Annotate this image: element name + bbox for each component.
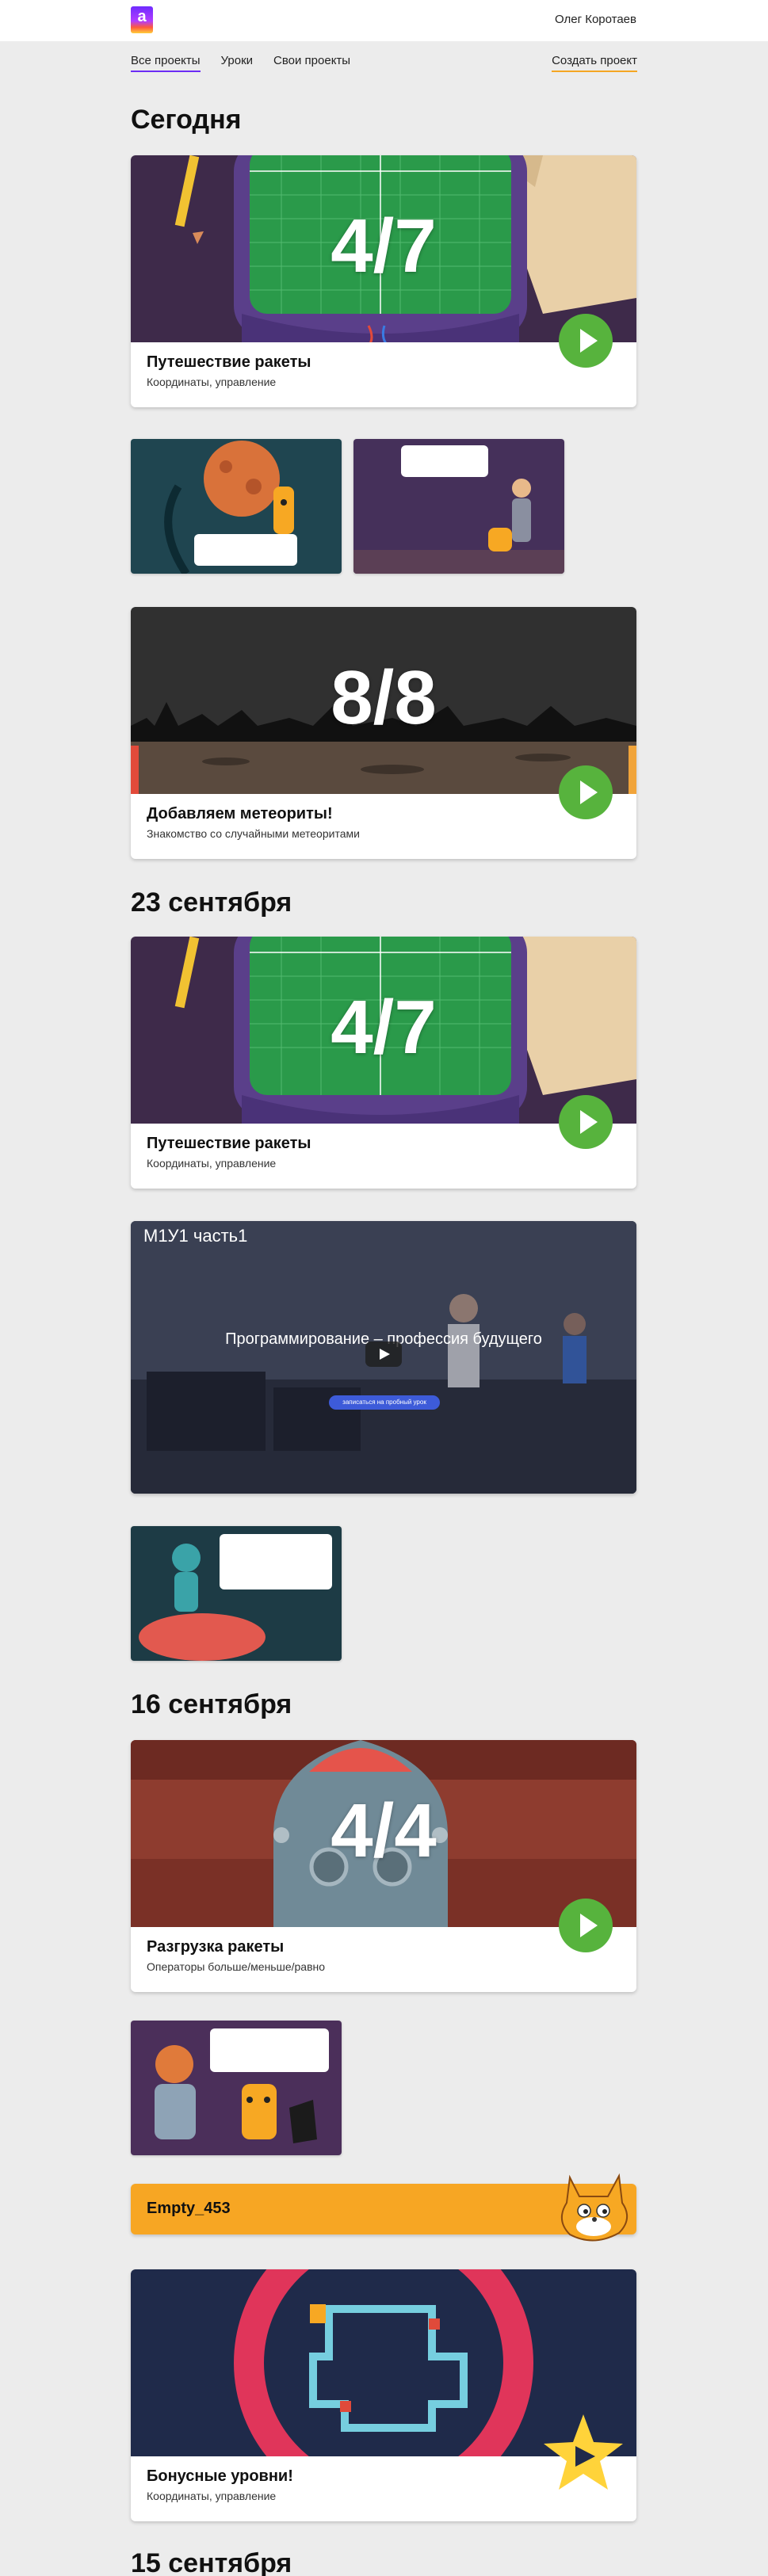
lesson-card[interactable]: 4/7 Путешествие ракеты Координаты, управ… <box>131 937 636 1189</box>
lesson-progress: 8/8 <box>331 655 437 740</box>
lesson-art-rocket-travel: 4/7 <box>131 155 636 342</box>
lesson-art-rocket-travel: 4/7 <box>131 937 636 1124</box>
lesson-title: Добавляем метеориты! <box>147 805 333 822</box>
story-thumbnail[interactable] <box>131 2021 342 2155</box>
lesson-progress: 4/4 <box>331 1788 437 1873</box>
lesson-card[interactable]: 8/8 Добавляем метеориты! Знакомство со с… <box>131 607 636 859</box>
scratch-project-title: Empty_453 <box>147 2200 231 2217</box>
play-button[interactable] <box>559 1095 613 1149</box>
lesson-card[interactable]: Бонусные уровни! Координаты, управление <box>131 2269 636 2521</box>
lesson-progress: 4/7 <box>331 985 437 1070</box>
play-button[interactable] <box>559 314 613 368</box>
lesson-subtitle: Операторы больше/меньше/равно <box>147 1960 326 1973</box>
lesson-title: Бонусные уровни! <box>147 2467 293 2485</box>
scratch-cat-icon <box>561 2173 628 2242</box>
create-project-link[interactable]: Создать проект <box>552 54 637 72</box>
play-button[interactable] <box>559 1899 613 1952</box>
algorithmics-logo[interactable]: a <box>131 6 153 33</box>
video-play-button[interactable] <box>365 1341 402 1367</box>
user-name[interactable]: Олег Коротаев <box>555 13 636 26</box>
story-thumbnail[interactable] <box>353 439 564 574</box>
video-embed[interactable]: M1У1 часть1 Программирование – профессия… <box>131 1221 636 1494</box>
section-date-23-sep: 23 сентября <box>131 887 292 918</box>
lesson-subtitle: Координаты, управление <box>147 1157 277 1170</box>
section-date-16-sep: 16 сентября <box>131 1689 292 1719</box>
project-tabs: Все проекты Уроки Свои проекты <box>131 54 350 72</box>
tab-all-projects[interactable]: Все проекты <box>131 54 201 72</box>
top-bar: a Олег Коротаев <box>0 0 768 41</box>
lesson-title: Путешествие ракеты <box>147 353 311 371</box>
lesson-card[interactable]: 4/7 Путешествие ракеты Координаты, управ… <box>131 155 636 407</box>
lesson-title: Разгрузка ракеты <box>147 1938 285 1956</box>
lesson-art-rocket-unload: 4/4 <box>131 1740 636 1927</box>
section-date-today: Сегодня <box>131 105 242 135</box>
video-title: M1У1 часть1 <box>143 1226 248 1246</box>
section-date-15-sep: 15 сентября <box>131 2548 292 2576</box>
lesson-progress: 4/7 <box>331 204 437 288</box>
lesson-subtitle: Координаты, управление <box>147 2490 277 2502</box>
lesson-subtitle: Знакомство со случайными метеоритами <box>147 827 360 840</box>
tab-lessons[interactable]: Уроки <box>221 54 253 72</box>
tab-own-projects[interactable]: Свои проекты <box>273 54 350 72</box>
play-button[interactable] <box>559 765 613 819</box>
lesson-title: Путешествие ракеты <box>147 1135 311 1152</box>
scratch-project-card[interactable]: Empty_453 <box>131 2173 636 2242</box>
video-cta-button[interactable]: записаться на пробный урок <box>329 1395 440 1410</box>
story-thumbnail[interactable] <box>131 439 342 574</box>
lesson-art-meteorites: 8/8 <box>131 607 636 794</box>
star-badge-icon <box>544 2414 623 2490</box>
story-thumbnail[interactable] <box>131 1526 342 1661</box>
lesson-subtitle: Координаты, управление <box>147 376 277 388</box>
lesson-card[interactable]: 4/4 Разгрузка ракеты Операторы больше/ме… <box>131 1740 636 1992</box>
